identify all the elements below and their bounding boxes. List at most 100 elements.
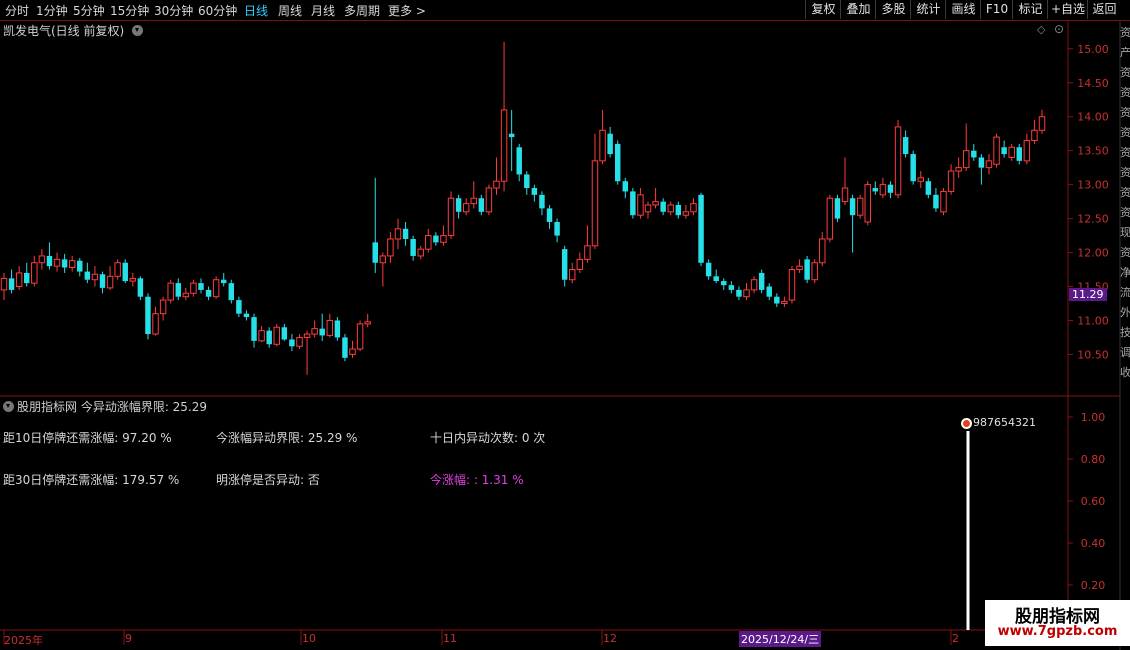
candle-body-up <box>667 204 674 213</box>
settings-icon[interactable]: ⊙ <box>1054 22 1064 36</box>
side-info-char: 资 <box>1120 146 1130 159</box>
candle-body-up <box>985 160 993 169</box>
candles-group <box>0 42 1046 375</box>
candle-body-up <box>856 197 864 216</box>
candle-body-up <box>500 109 508 182</box>
candle-body-down <box>804 259 810 280</box>
candle-body-down <box>46 255 53 267</box>
main-panel-title[interactable]: 凯发电气(日线 前复权) <box>3 22 146 39</box>
candle-body-down <box>122 262 128 282</box>
candle-body-down <box>455 198 462 212</box>
candle-body-down <box>243 313 250 318</box>
indicator-panel-title[interactable]: 股朋指标网 今异动涨幅界限: 25.29 <box>3 398 207 415</box>
side-info-char: 资 <box>1120 126 1130 139</box>
candle-body-up <box>493 180 500 189</box>
candle-body-up <box>591 160 599 247</box>
candle-body-down <box>289 339 295 347</box>
candle-body-up <box>53 258 61 267</box>
time-label-feb: 2 <box>952 632 959 645</box>
candle-body-up <box>485 187 493 213</box>
candle-body-up <box>841 187 849 203</box>
candle-body-up <box>637 194 644 216</box>
time-label-nov: 11 <box>443 632 457 645</box>
candle-body-down <box>372 242 378 263</box>
candle-body-down <box>281 327 288 340</box>
candle-body-down <box>933 194 939 209</box>
dist-30day-label: 距30日停牌还需涨幅: 179.57 % <box>3 473 180 487</box>
side-info-char: 外 <box>1120 306 1130 319</box>
candle-body-down <box>721 281 727 286</box>
candle-body-down <box>554 221 560 236</box>
candle-body-up <box>1008 146 1015 158</box>
candle-body-up <box>879 184 887 196</box>
indicator-tick-label: 1.00 <box>1081 411 1106 424</box>
indicator-tick-label: 0.40 <box>1081 537 1106 550</box>
watermark-url: www.7gpzb.com <box>997 624 1118 639</box>
candle-body-up <box>584 245 591 260</box>
candle-body-up <box>819 238 826 264</box>
side-info-char: 资 <box>1120 26 1130 39</box>
diamond-icon[interactable]: ◇ <box>1037 23 1045 36</box>
stock-title-label: 凯发电气(日线 前复权) <box>3 24 125 38</box>
candle-body-up <box>576 258 584 271</box>
site-watermark: 股朋指标网 www.7gpzb.com <box>985 600 1130 646</box>
candle-body-down <box>61 259 68 268</box>
chevron-down-icon[interactable] <box>3 401 14 412</box>
candle-body-up <box>440 235 447 243</box>
abnormal-limit-label: 今涨幅异动界限: 25.29 % <box>216 431 358 445</box>
candle-body-down <box>675 205 682 216</box>
candle-body-up <box>682 211 690 216</box>
candle-body-up <box>68 260 76 268</box>
candle-body-up <box>743 289 750 298</box>
indicator-tick-label: 0.60 <box>1081 495 1106 508</box>
side-info-char: 资 <box>1120 206 1130 219</box>
candle-body-up <box>826 197 834 240</box>
candle-body-down <box>539 194 545 209</box>
candle-body-down <box>84 271 91 280</box>
candle-body-down <box>99 274 106 288</box>
time-label-oct: 10 <box>302 632 316 645</box>
candle-body-up <box>31 262 38 284</box>
candle-body-up <box>258 330 265 342</box>
candle-body-down <box>402 228 409 239</box>
candle-body-down <box>342 337 348 358</box>
candle-body-up <box>955 167 962 172</box>
price-tick-label: 14.00 <box>1077 111 1109 124</box>
indicator-tick-label: 0.80 <box>1081 453 1106 466</box>
candle-body-up <box>182 292 190 298</box>
side-info-char: 技 <box>1120 326 1130 339</box>
candle-body-up <box>447 197 455 237</box>
candle-body-up <box>379 255 387 264</box>
candle-body-up <box>387 238 394 257</box>
time-label-year: 2025年 <box>4 634 43 647</box>
candle-body-down <box>524 174 530 189</box>
candle-body-down <box>910 154 916 182</box>
side-info-char: 产 <box>1120 46 1130 59</box>
candle-body-down <box>607 133 613 155</box>
side-info-char: 资 <box>1120 166 1130 179</box>
candle-body-down <box>736 289 742 297</box>
side-info-char: 收 <box>1120 366 1130 379</box>
candle-body-down <box>175 283 181 297</box>
candle-body-down <box>137 278 144 297</box>
candle-body-up <box>296 336 303 347</box>
candle-body-up <box>273 326 280 345</box>
price-tick-label: 11.00 <box>1077 314 1109 327</box>
candle-body-up <box>781 300 788 304</box>
candle-body-down <box>698 194 704 263</box>
side-info-char: 资 <box>1120 66 1130 79</box>
signal-marker-text: 987654321 <box>973 416 1036 429</box>
candle-body-up <box>917 177 925 182</box>
indicator-tick-label: 0.20 <box>1081 579 1106 592</box>
candle-body-down <box>77 260 83 272</box>
candle-body-up <box>212 279 220 298</box>
candle-body-down <box>410 238 416 256</box>
candle-body-down <box>758 272 765 290</box>
candle-body-up <box>15 272 23 288</box>
candle-body-up <box>963 150 970 169</box>
candle-body-down <box>561 249 568 280</box>
candle-body-down <box>622 181 629 192</box>
chevron-down-icon[interactable] <box>132 25 144 36</box>
candle-body-up <box>470 197 477 205</box>
candle-body-up <box>462 203 470 213</box>
